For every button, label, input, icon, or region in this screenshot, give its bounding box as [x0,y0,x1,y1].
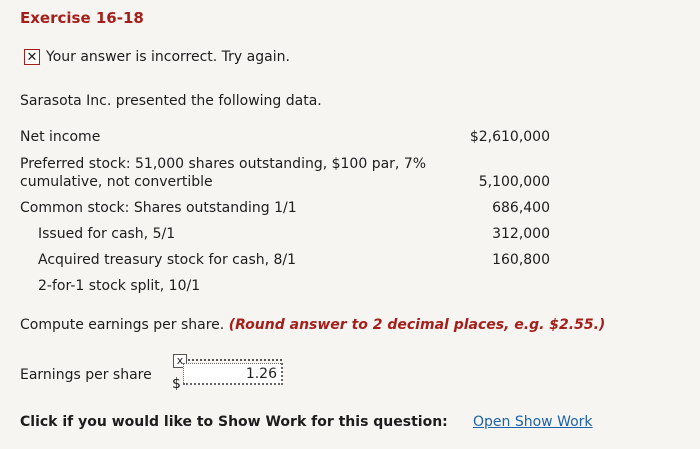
rounding-hint: (Round answer to 2 decimal places, e.g. … [228,317,606,333]
row-value: 312,000 [492,226,550,242]
row-label: Issued for cash, 5/1 [38,226,176,242]
status-message: Your answer is incorrect. Try again. [46,49,290,65]
exercise-title: Exercise 16-18 [20,9,144,27]
intro-text: Sarasota Inc. presented the following da… [20,93,322,109]
open-show-work-link[interactable]: Open Show Work [473,414,593,430]
row-label: Common stock: Shares outstanding 1/1 [20,200,297,216]
row-label: Preferred stock: 51,000 shares outstandi… [20,156,427,172]
row-label: 2-for-1 stock split, 10/1 [38,278,201,294]
row-label: Acquired treasury stock for cash, 8/1 [38,252,297,268]
row-label: Net income [20,129,101,145]
eps-input[interactable] [183,363,283,385]
eps-label: Earnings per share [20,367,152,383]
instruction-text: Compute earnings per share. [20,317,229,333]
exercise-panel: Exercise 16-18 ✕ Your answer is incorrec… [0,0,700,449]
row-value: 160,800 [492,252,550,268]
show-work-prompt: Click if you would like to Show Work for… [20,414,448,430]
instruction: Compute earnings per share. (Round answe… [20,317,605,333]
row-value: $2,610,000 [469,129,550,145]
row-value: 686,400 [492,200,550,216]
incorrect-status: ✕ Your answer is incorrect. Try again. [24,49,290,65]
row-label-continued: cumulative, not convertible [20,174,213,190]
x-icon: ✕ [24,49,40,65]
row-value: 5,100,000 [478,174,550,190]
currency-symbol: $ [172,376,181,392]
input-divider [188,359,282,361]
